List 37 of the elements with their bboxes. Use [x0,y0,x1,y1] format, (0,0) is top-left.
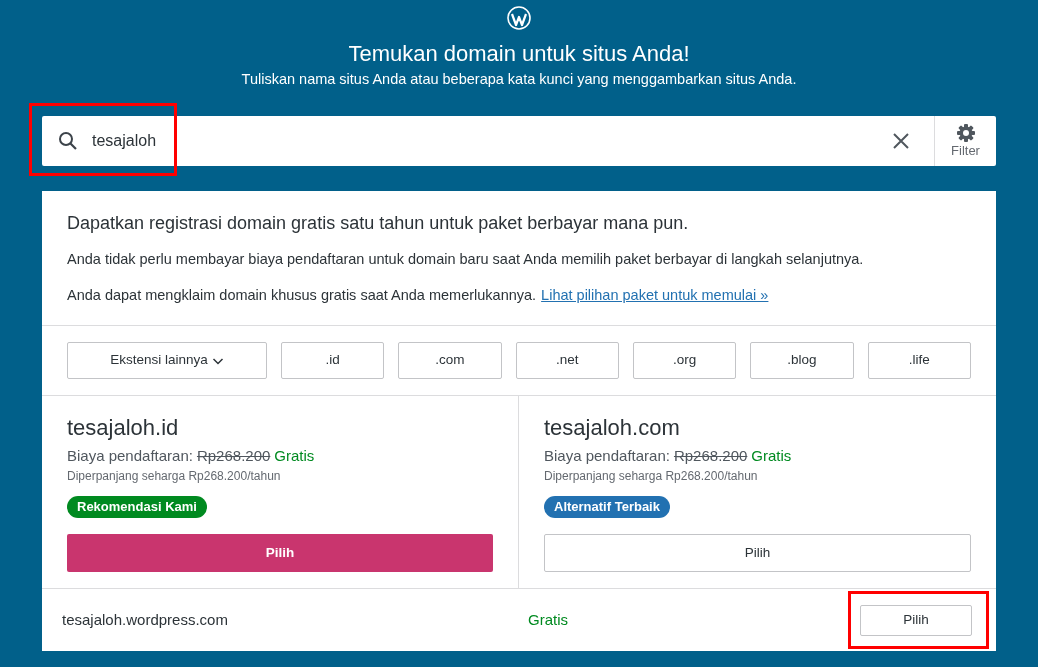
search-icon [58,131,78,151]
extension-button[interactable]: .id [281,342,385,379]
price-text: Gratis [528,609,569,630]
fee-label: Biaya pendaftaran: [544,446,670,466]
search-bar[interactable]: tesajaloh Filter [42,116,996,166]
extensions-dropdown[interactable]: Ekstensi lainnya [67,342,267,379]
close-icon[interactable] [892,132,910,150]
notice-text: Anda dapat mengklaim domain khusus gratis saat Anda memerlukannya. [67,286,537,305]
old-price: Rp268.200 [673,446,748,466]
old-price: Rp268.200 [196,446,271,466]
filter-button[interactable]: Filter [934,116,996,166]
page-subtitle: Tuliskan nama situs Anda atau beberapa kata kunci yang menggambarkan situs Anda. [241,70,797,88]
select-button[interactable]: Pilih [67,534,493,572]
recommendation-badge: Rekomendasi Kami [67,496,207,518]
select-button[interactable]: Pilih [544,534,971,572]
notice-heading: Dapatkan registrasi domain gratis satu tahun untuk paket berbayar mana pun. [67,212,690,235]
recommendation-badge: Alternatif Terbaik [544,496,670,518]
gear-icon [955,123,976,143]
price-text: Gratis [751,446,792,466]
renewal-text: Diperpanjang seharga Rp268.200/tahun [544,468,759,484]
plans-link[interactable]: Lihat pilihan paket untuk memulai » [541,285,769,305]
renewal-text: Diperpanjang seharga Rp268.200/tahun [67,468,282,484]
page-title: Temukan domain untuk situs Anda! [348,40,690,68]
fee-label: Biaya pendaftaran: [67,446,193,466]
extension-button[interactable]: .blog [750,342,854,379]
domain-name: tesajaloh.id [67,414,180,442]
logo-icon [507,6,531,30]
domain-name: tesajaloh.com [544,414,681,442]
search-field[interactable]: tesajaloh [92,129,892,153]
extension-button[interactable]: .com [398,342,502,379]
extension-button[interactable]: .org [633,342,737,379]
extension-button[interactable]: .life [867,342,971,379]
select-button[interactable]: Pilih [860,604,972,636]
domain-name: tesajaloh.wordpress.com [62,609,229,630]
notice-text: Anda tidak perlu membayar biaya pendaftaran untuk domain baru saat Anda memilih paket berbayar di langkah selanjutnya. [67,250,865,269]
price-text: Gratis [274,446,315,466]
extension-button[interactable]: .net [515,342,619,379]
